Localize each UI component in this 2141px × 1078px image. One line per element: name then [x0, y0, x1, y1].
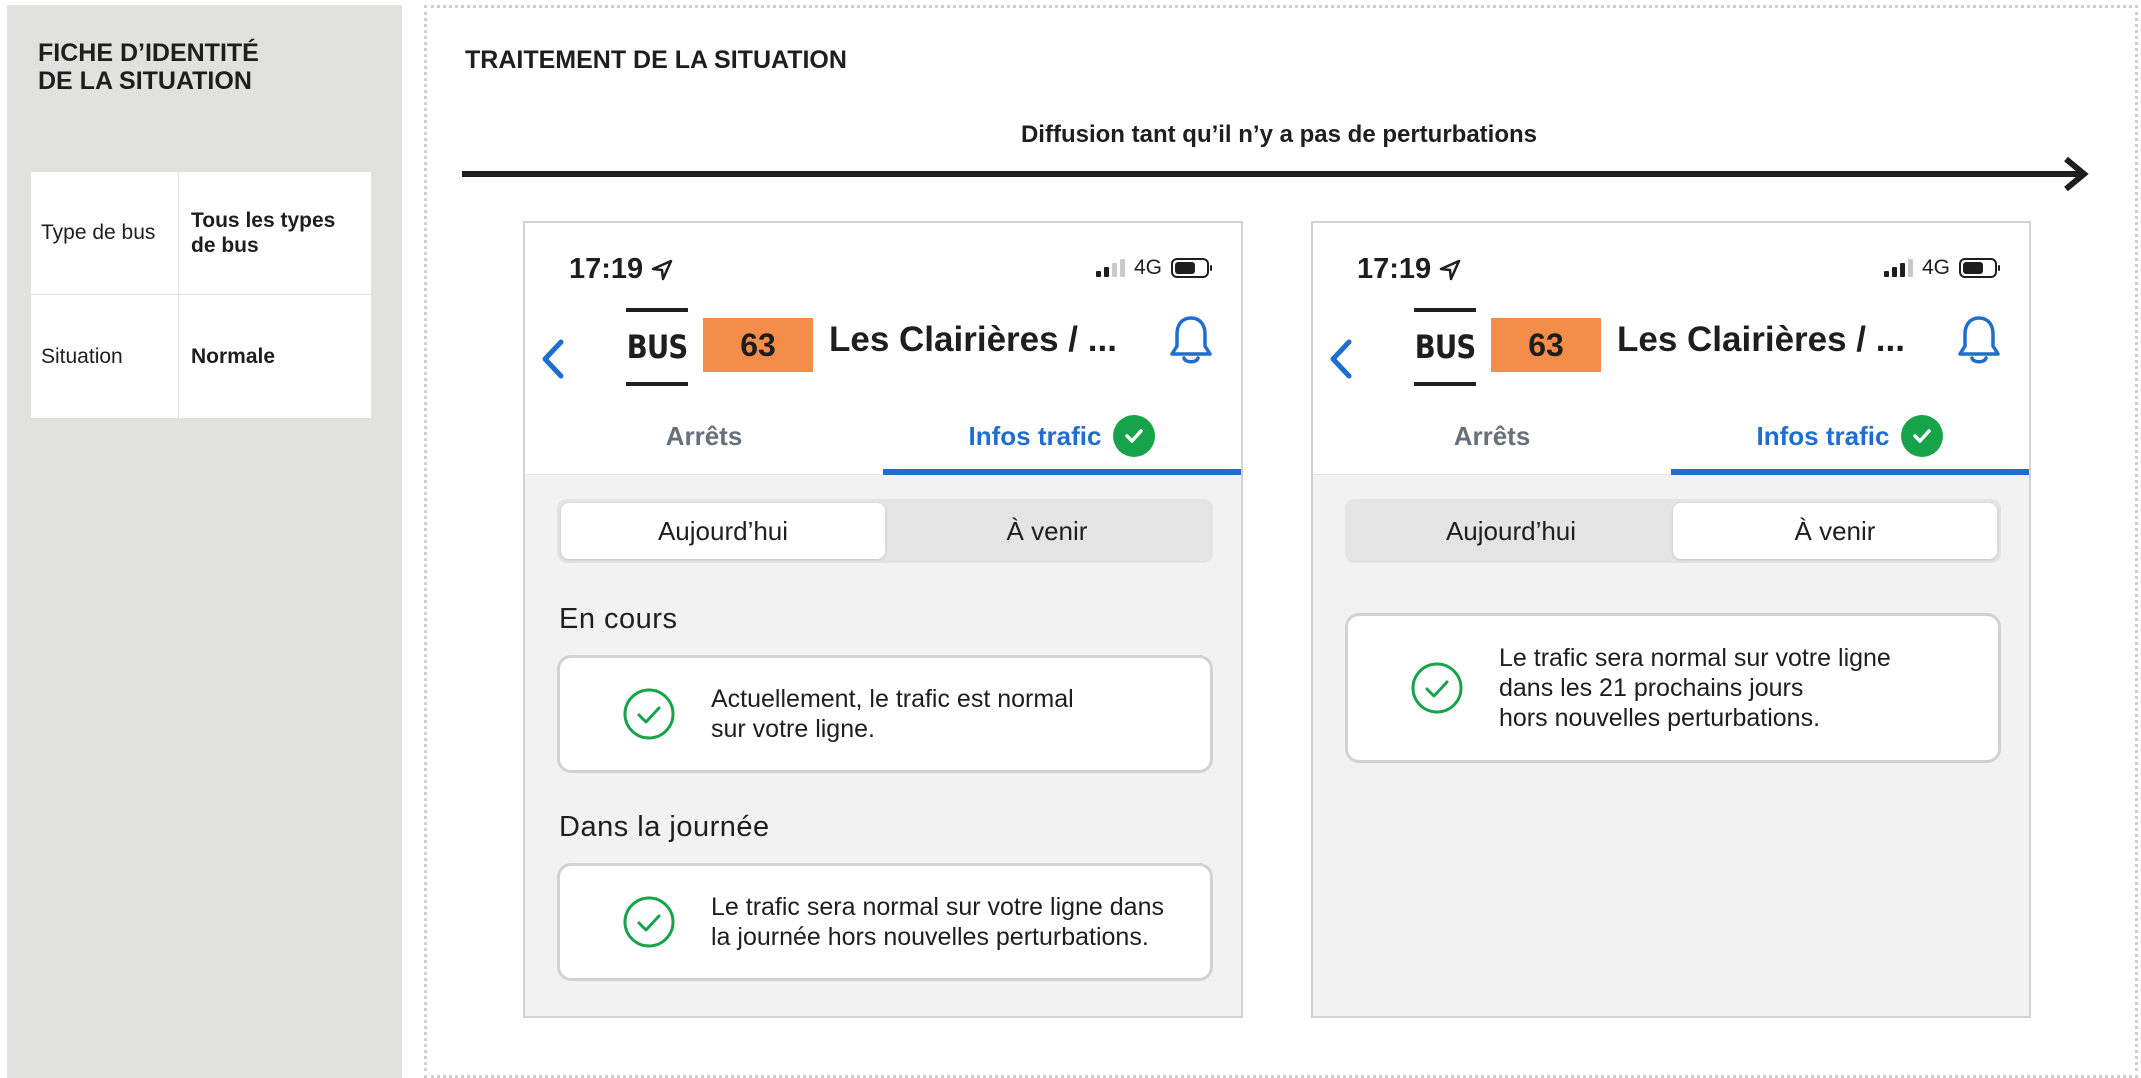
- segment-today[interactable]: Aujourd’hui: [561, 503, 885, 559]
- line-header: BUS 63 Les Clairières / ...: [525, 308, 1241, 404]
- tab-label: Infos trafic: [1756, 420, 1890, 451]
- signal-icon: [1095, 259, 1125, 277]
- status-time-text: 17:19: [1357, 253, 1432, 285]
- traffic-info-message: Actuellement, le trafic est normal sur v…: [711, 684, 1074, 744]
- identity-value: Normale: [191, 345, 276, 368]
- treatment-title: TRAITEMENT DE LA SITUATION: [465, 46, 847, 74]
- network-label: 4G: [1133, 256, 1162, 279]
- check-circle-icon: [623, 896, 675, 948]
- message-line: dans les 21 prochains jours: [1499, 674, 1804, 702]
- bus-mode-badge: BUS: [1414, 308, 1476, 386]
- identity-panel-title: FICHE D’IDENTITÉ DE LA SITUATION: [38, 39, 259, 95]
- identity-row-bus-type: Type de bus Tous les types de bus: [31, 172, 371, 295]
- identity-value: Tous les types de bus: [191, 209, 336, 257]
- identity-label: Type de bus: [31, 172, 179, 294]
- bus-mode-badge: BUS: [626, 308, 688, 386]
- line-name: Les Clairières / ...: [829, 320, 1117, 359]
- day-segmented-control: Aujourd’hui À venir: [1345, 499, 2001, 563]
- navigation-arrow-icon: [1439, 259, 1461, 280]
- identity-title-line1: FICHE D’IDENTITÉ: [38, 39, 259, 67]
- tab-label: Arrêts: [665, 420, 743, 451]
- check-circle-icon: [623, 688, 675, 740]
- message-line: hors nouvelles perturbations.: [1499, 704, 1821, 732]
- battery-icon: [1171, 258, 1212, 278]
- status-bar-time: 17:19: [1357, 253, 1461, 286]
- message-line: Le trafic sera normal sur votre ligne da…: [711, 893, 1164, 921]
- line-number-badge: 63: [703, 318, 813, 372]
- segment-upcoming[interactable]: À venir: [885, 503, 1209, 559]
- tab-label: Arrêts: [1453, 420, 1531, 451]
- traffic-info-card: Le trafic sera normal sur votre ligne da…: [1345, 613, 2001, 763]
- check-badge-icon: [1113, 415, 1156, 457]
- segment-today[interactable]: Aujourd’hui: [1349, 503, 1673, 559]
- day-segmented-control: Aujourd’hui À venir: [557, 499, 1213, 563]
- bell-icon[interactable]: [1957, 314, 2001, 366]
- section-heading-current: En cours: [559, 603, 678, 635]
- signal-icon: [1883, 259, 1913, 277]
- section-heading-day: Dans la journée: [559, 811, 770, 843]
- status-bar-time: 17:19: [569, 253, 673, 286]
- timeline-caption: Diffusion tant qu’il n’y a pas de pertur…: [1020, 121, 1538, 148]
- tab-infos-trafic[interactable]: Infos trafic: [883, 406, 1241, 475]
- tab-label: Infos trafic: [968, 420, 1102, 451]
- tab-arrets[interactable]: Arrêts: [1313, 406, 1671, 474]
- tab-bar: Arrêts Infos trafic: [1313, 406, 2029, 475]
- tab-bar: Arrêts Infos trafic: [525, 406, 1241, 475]
- tab-arrets[interactable]: Arrêts: [525, 406, 883, 474]
- navigation-arrow-icon: [651, 259, 673, 280]
- phone-screen-today: 17:19 4G BUS 63 Les Clairières / ... Arr…: [523, 221, 1243, 1018]
- check-circle-icon: [1411, 662, 1463, 714]
- battery-icon: [1959, 258, 2000, 278]
- identity-title-line2: DE LA SITUATION: [38, 67, 252, 95]
- phone-screen-upcoming: 17:19 4G BUS 63 Les Clairières / ... Arr…: [1311, 221, 2031, 1018]
- network-label: 4G: [1921, 256, 1950, 279]
- identity-row-situation: Situation Normale: [31, 295, 371, 418]
- traffic-info-card: Le trafic sera normal sur votre ligne da…: [557, 863, 1213, 981]
- tab-infos-trafic[interactable]: Infos trafic: [1671, 406, 2029, 475]
- bell-icon[interactable]: [1169, 314, 1213, 366]
- identity-label: Situation: [31, 295, 179, 418]
- line-header: BUS 63 Les Clairières / ...: [1313, 308, 2029, 404]
- message-line: Le trafic sera normal sur votre ligne: [1499, 644, 1891, 672]
- identity-panel: [7, 5, 402, 1078]
- status-time-text: 17:19: [569, 253, 644, 285]
- line-name: Les Clairières / ...: [1617, 320, 1905, 359]
- message-line: sur votre ligne.: [711, 715, 875, 743]
- check-badge-icon: [1901, 415, 1944, 457]
- back-chevron-icon[interactable]: [539, 338, 567, 380]
- back-chevron-icon[interactable]: [1327, 338, 1355, 380]
- message-line: la journée hors nouvelles perturbations.: [711, 923, 1149, 951]
- line-number-badge: 63: [1491, 318, 1601, 372]
- identity-table: Type de bus Tous les types de bus Situat…: [31, 172, 371, 418]
- traffic-info-card: Actuellement, le trafic est normal sur v…: [557, 655, 1213, 773]
- status-bar-right: 4G: [1095, 256, 1212, 280]
- traffic-info-message: Le trafic sera normal sur votre ligne da…: [711, 892, 1164, 952]
- timeline-arrow-icon: [462, 156, 2089, 192]
- status-bar-right: 4G: [1883, 256, 2000, 280]
- traffic-info-message: Le trafic sera normal sur votre ligne da…: [1499, 643, 1891, 733]
- message-line: Actuellement, le trafic est normal: [711, 685, 1074, 713]
- segment-upcoming[interactable]: À venir: [1673, 503, 1997, 559]
